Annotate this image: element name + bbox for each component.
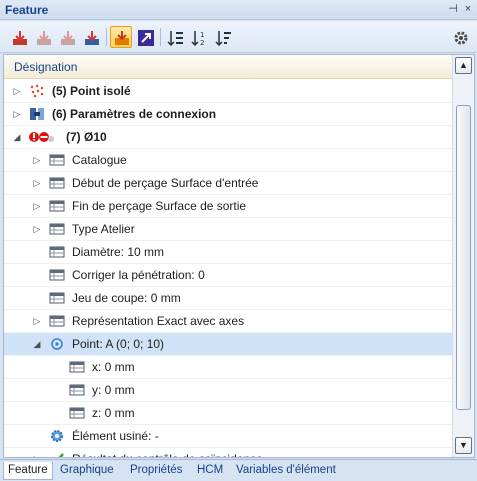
tree-row[interactable]: ▷ Catalogue bbox=[4, 149, 452, 172]
pin-icon[interactable]: ⊣ bbox=[446, 2, 460, 17]
tab-variables-element[interactable]: Variables d'élément bbox=[232, 462, 340, 480]
collapse-icon[interactable]: ◢ bbox=[12, 132, 22, 142]
drill-warning-icon bbox=[28, 129, 58, 145]
collapse-icon[interactable]: ◢ bbox=[32, 339, 42, 349]
tree-row[interactable]: y: 0 mm bbox=[4, 379, 452, 402]
close-icon[interactable]: × bbox=[461, 2, 475, 17]
scroll-thumb[interactable] bbox=[456, 105, 471, 410]
feature-download-grey-icon[interactable] bbox=[32, 26, 54, 48]
tree-row-label: y: 0 mm bbox=[92, 383, 135, 397]
expand-icon bbox=[52, 408, 62, 418]
expand-icon[interactable]: ▷ bbox=[12, 109, 22, 119]
tree-row[interactable]: Jeu de coupe: 0 mm bbox=[4, 287, 452, 310]
tree-row-label: Représentation Exact avec axes bbox=[72, 314, 245, 328]
svg-text:1: 1 bbox=[200, 31, 204, 39]
table-icon bbox=[48, 313, 66, 329]
tree-row[interactable]: ▷ Fin de perçage Surface de sortie bbox=[4, 195, 452, 218]
dots-icon bbox=[28, 83, 46, 99]
expand-icon[interactable]: ▷ bbox=[12, 86, 22, 96]
expand-icon[interactable]: ▷ bbox=[32, 316, 42, 326]
feature-tree: Désignation ▷ (5) Point isolé ▷ (6) Paramèt… bbox=[3, 54, 475, 458]
table-icon bbox=[68, 405, 86, 421]
table-icon bbox=[48, 290, 66, 306]
table-icon bbox=[48, 175, 66, 191]
tree-row-label: Jeu de coupe: 0 mm bbox=[72, 291, 181, 305]
tab-feature[interactable]: Feature bbox=[3, 462, 53, 480]
tree-row-label: Point: A (0; 0; 10) bbox=[72, 337, 165, 351]
tree-row-label: Début de perçage Surface d'entrée bbox=[72, 176, 259, 190]
tree-row-label: Diamètre: 10 mm bbox=[72, 245, 165, 259]
arrow-purple-icon[interactable] bbox=[134, 26, 156, 48]
tree-row[interactable]: x: 0 mm bbox=[4, 356, 452, 379]
toolbar: 12 bbox=[0, 21, 477, 53]
scroll-up-button[interactable]: ▲ bbox=[455, 57, 472, 74]
tree-row[interactable]: ▷ Résultat du contrôle de coïncidence bbox=[4, 448, 452, 457]
table-icon bbox=[48, 152, 66, 168]
tree-row[interactable]: Élément usiné: - bbox=[4, 425, 452, 448]
scroll-down-button[interactable]: ▼ bbox=[455, 437, 472, 454]
feature-download-red-icon[interactable] bbox=[8, 26, 30, 48]
sort-down-icon[interactable] bbox=[212, 26, 234, 48]
expand-icon bbox=[32, 431, 42, 441]
feature-download-grey2-icon[interactable] bbox=[56, 26, 78, 48]
tab-graphique[interactable]: Graphique bbox=[56, 462, 118, 480]
column-header-designation[interactable]: Désignation bbox=[4, 55, 452, 79]
tree-row-label: Élément usiné: - bbox=[72, 429, 159, 443]
tree-row[interactable]: ▷ (6) Paramètres de connexion bbox=[4, 103, 452, 126]
tree-row-label: Fin de perçage Surface de sortie bbox=[72, 199, 247, 213]
expand-icon[interactable]: ▷ bbox=[32, 224, 42, 234]
tree-row[interactable]: Diamètre: 10 mm bbox=[4, 241, 452, 264]
check-icon bbox=[48, 451, 66, 457]
tree-row[interactable]: ▷ Type Atelier bbox=[4, 218, 452, 241]
feature-download-blue-icon[interactable] bbox=[80, 26, 102, 48]
tree-row[interactable]: ▷ (5) Point isolé bbox=[4, 80, 452, 103]
tree-row[interactable]: Corriger la pénétration: 0 bbox=[4, 264, 452, 287]
feature-highlight-icon[interactable] bbox=[110, 26, 132, 48]
tree-row-label: (6) Paramètres de connexion bbox=[52, 107, 217, 121]
expand-icon bbox=[52, 362, 62, 372]
tree-row-label: (7) Ø10 bbox=[66, 130, 107, 144]
tree-row-label: z: 0 mm bbox=[92, 406, 135, 420]
tree-row-label: x: 0 mm bbox=[92, 360, 135, 374]
tree-row[interactable]: ◢ Point: A (0; 0; 10) bbox=[4, 333, 452, 356]
expand-icon[interactable]: ▷ bbox=[32, 201, 42, 211]
gear-icon[interactable] bbox=[449, 26, 471, 48]
tree-row-label: (5) Point isolé bbox=[52, 84, 131, 98]
tree-row-label: Résultat du contrôle de coïncidence bbox=[72, 452, 263, 457]
table-icon bbox=[48, 267, 66, 283]
sort-12-icon[interactable]: 12 bbox=[188, 26, 210, 48]
tree-row-label: Corriger la pénétration: 0 bbox=[72, 268, 205, 282]
table-icon bbox=[48, 221, 66, 237]
toolbar-separator bbox=[106, 28, 107, 46]
tree-row-label: Type Atelier bbox=[72, 222, 135, 236]
sort-list-icon[interactable] bbox=[164, 26, 186, 48]
tree-row[interactable]: ◢ (7) Ø10 bbox=[4, 126, 452, 149]
expand-icon bbox=[32, 293, 42, 303]
tab-proprietes[interactable]: Propriétés bbox=[126, 462, 186, 480]
table-icon bbox=[48, 198, 66, 214]
expand-icon[interactable]: ▷ bbox=[32, 178, 42, 188]
panel-titlebar: Feature ⊣ × bbox=[0, 0, 477, 20]
tab-hcm[interactable]: HCM bbox=[193, 462, 227, 480]
point-icon bbox=[48, 336, 66, 352]
tree-row-label: Catalogue bbox=[72, 153, 127, 167]
table-icon bbox=[48, 244, 66, 260]
tree-row[interactable]: ▷ Début de perçage Surface d'entrée bbox=[4, 172, 452, 195]
bottom-tabs: Feature Graphique Propriétés HCM Variabl… bbox=[0, 459, 477, 481]
expand-icon[interactable]: ▷ bbox=[32, 454, 42, 457]
panel-title: Feature bbox=[5, 3, 49, 17]
expand-icon bbox=[32, 247, 42, 257]
tree-row[interactable]: ▷ Représentation Exact avec axes bbox=[4, 310, 452, 333]
toolbar-separator bbox=[160, 28, 161, 46]
svg-text:2: 2 bbox=[200, 39, 204, 47]
connection-icon bbox=[28, 106, 46, 122]
tree-row[interactable]: z: 0 mm bbox=[4, 402, 452, 425]
table-icon bbox=[68, 382, 86, 398]
expand-icon bbox=[32, 270, 42, 280]
vertical-scrollbar[interactable]: ▲ ▼ bbox=[452, 55, 474, 457]
table-icon bbox=[68, 359, 86, 375]
expand-icon bbox=[52, 385, 62, 395]
gear-blue-icon bbox=[48, 428, 66, 444]
expand-icon[interactable]: ▷ bbox=[32, 155, 42, 165]
